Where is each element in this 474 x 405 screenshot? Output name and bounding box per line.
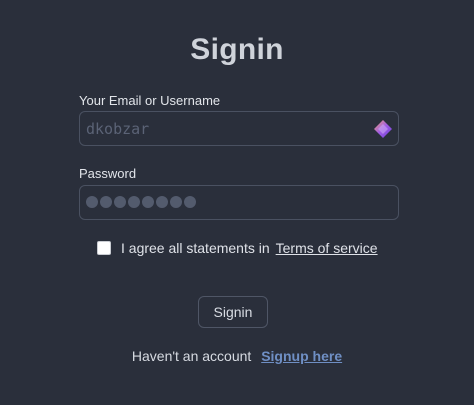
no-account-text: Haven't an account [131,348,252,364]
signin-button[interactable]: Signin [198,296,268,328]
password-mask [86,196,196,208]
password-manager-extension-icon[interactable] [374,120,392,138]
password-dot [100,196,112,208]
agree-text: I agree all statements in [121,240,270,256]
password-dot [170,196,182,208]
password-dot [184,196,196,208]
email-field-wrapper [79,111,399,146]
agree-checkbox[interactable] [97,241,111,255]
password-label: Password [79,166,137,181]
password-dot [142,196,154,208]
password-dot [128,196,140,208]
email-label: Your Email or Username [79,93,221,108]
signup-link[interactable]: Signup here [261,348,342,364]
agree-row: I agree all statements in Terms of servi… [97,240,378,256]
signup-row: Haven't an account Signup here [0,348,474,364]
page-title: Signin [190,33,284,66]
signin-page: Signin Your Email or Username Password I… [0,0,474,405]
terms-link[interactable]: Terms of service [276,240,378,256]
password-field[interactable] [79,185,399,220]
password-dot [86,196,98,208]
password-dot [114,196,126,208]
password-dot [156,196,168,208]
email-input[interactable] [80,112,360,145]
